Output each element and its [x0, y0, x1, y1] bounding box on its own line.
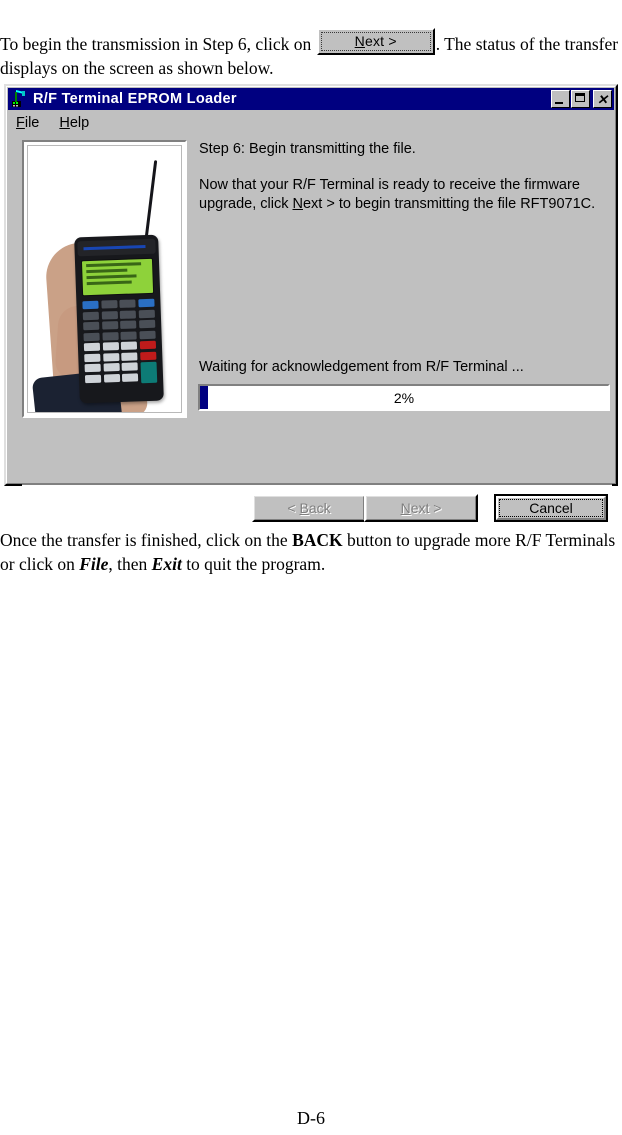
wizard-content: Step 6: Begin transmitting the file. Now…	[12, 136, 612, 522]
step-body-mnemonic: N	[292, 196, 303, 212]
inline-next-button[interactable]: Next >	[316, 27, 435, 55]
window-titlebar[interactable]: R/F Terminal EPROM Loader ✕	[8, 88, 614, 110]
window-title: R/F Terminal EPROM Loader	[33, 91, 237, 107]
terminal-top-bezel	[77, 238, 156, 257]
eprom-loader-window: R/F Terminal EPROM Loader ✕ File Help St…	[4, 84, 618, 522]
cancel-button-label: Cancel	[529, 500, 573, 516]
closing-italic-file: File	[79, 553, 109, 574]
terminal-photo	[27, 145, 182, 413]
step-title: Step 6: Begin transmitting the file.	[199, 141, 416, 157]
intro-paragraph: To begin the transmission in Step 6, cli…	[0, 27, 622, 80]
menu-bar: File Help	[8, 112, 614, 133]
back-mnemonic: B	[299, 500, 309, 516]
next-mnemonic: N	[400, 500, 411, 516]
window-controls: ✕	[551, 90, 612, 108]
inline-next-focus-ring: Next >	[320, 31, 431, 51]
rf-terminal-icon	[11, 90, 29, 108]
step-body-line2-b: ext > to begin transmitting the file RFT…	[302, 196, 596, 212]
terminal-keypad	[82, 298, 158, 385]
cancel-button[interactable]: Cancel	[494, 494, 608, 522]
transfer-status-text: Waiting for acknowledgement from R/F Ter…	[199, 359, 524, 375]
maximize-button[interactable]	[571, 90, 590, 108]
wizard-button-row: < Back Next > Cancel	[12, 494, 622, 522]
terminal-lcd-screen	[80, 257, 155, 297]
terminal-photo-frame	[22, 140, 187, 418]
maximize-icon	[575, 93, 585, 102]
next-button[interactable]: Next >	[364, 494, 478, 522]
inline-next-mnemonic: N	[354, 33, 365, 49]
rf-terminal-device	[74, 234, 164, 404]
close-icon: ✕	[597, 91, 608, 107]
closing-text-4: to quit the program.	[181, 553, 326, 574]
transfer-progress-bar: 2%	[198, 384, 610, 411]
minimize-button[interactable]	[551, 90, 570, 108]
minimize-icon	[555, 102, 563, 104]
menu-file-mnemonic: F	[16, 114, 25, 131]
next-button-label: Next >	[400, 500, 442, 516]
step-body-line2-a: upgrade, click	[199, 196, 293, 212]
progress-percent-label: 2%	[393, 389, 415, 406]
menu-help-mnemonic: H	[59, 114, 70, 131]
inline-next-label: Next >	[354, 33, 397, 49]
closing-text-1: Once the transfer is finished, click on …	[0, 529, 293, 550]
back-button-label: < Back	[287, 500, 331, 516]
step-body-line1: Now that your R/F Terminal is ready to r…	[199, 177, 580, 193]
footer-separator	[22, 484, 612, 486]
closing-italic-exit: Exit	[151, 553, 182, 574]
intro-text-before: To begin the transmission in Step 6, cli…	[0, 33, 312, 54]
closing-paragraph: Once the transfer is finished, click on …	[0, 528, 620, 576]
antenna	[143, 160, 158, 246]
closing-bold-back: BACK	[292, 529, 343, 550]
step-body: Now that your R/F Terminal is ready to r…	[199, 176, 599, 214]
menu-item-help[interactable]: Help	[59, 115, 89, 131]
page-number: D-6	[297, 1108, 325, 1128]
closing-text-3: , then	[108, 553, 152, 574]
menu-item-file[interactable]: File	[16, 115, 39, 131]
back-button[interactable]: < Back	[252, 494, 366, 522]
document-page: To begin the transmission in Step 6, cli…	[0, 0, 622, 1135]
close-button[interactable]: ✕	[593, 90, 612, 108]
